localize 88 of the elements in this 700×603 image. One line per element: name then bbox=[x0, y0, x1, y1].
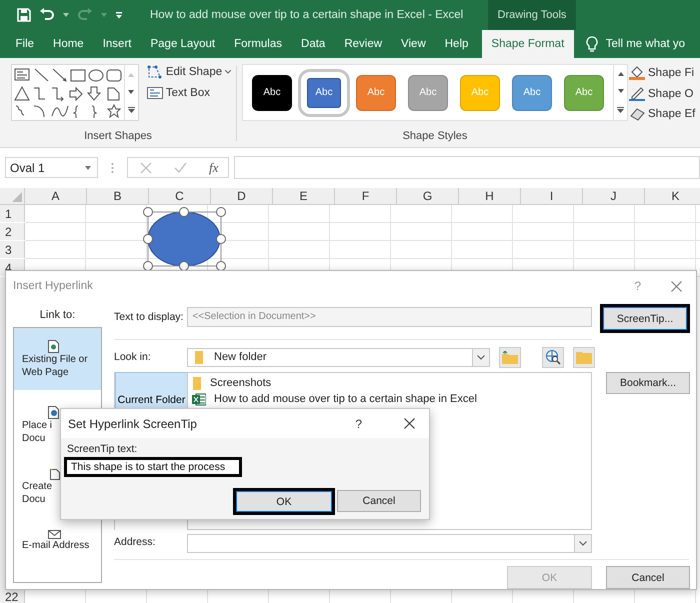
browse-web-button[interactable] bbox=[542, 346, 564, 368]
contextual-tab-label: Drawing Tools bbox=[488, 0, 576, 30]
dialog-title: Insert Hyperlink bbox=[13, 280, 94, 292]
caret-icon bbox=[225, 70, 232, 74]
globe-search-icon bbox=[545, 349, 561, 365]
help-button[interactable]: ? bbox=[355, 416, 362, 430]
bookmark-button[interactable]: Bookmark... bbox=[606, 372, 690, 394]
document-icon bbox=[48, 340, 59, 352]
column-header[interactable]: J bbox=[583, 188, 645, 205]
screentip-text-field[interactable]: This shape is to start the process bbox=[64, 457, 242, 477]
group-label: Insert Shapes bbox=[84, 130, 152, 142]
address-label: Address: bbox=[114, 536, 156, 548]
check-icon[interactable] bbox=[174, 162, 187, 173]
dropdown-caret-icon bbox=[579, 541, 587, 546]
folder-icon bbox=[192, 376, 202, 390]
shape-command-button[interactable]: Shape O bbox=[627, 85, 698, 102]
more-icon[interactable] bbox=[128, 107, 135, 114]
screentip-button[interactable]: ScreenTip... bbox=[600, 304, 690, 333]
edit-shape-button[interactable]: Edit Shape bbox=[144, 64, 234, 80]
column-header[interactable]: I bbox=[521, 188, 583, 205]
envelope-icon bbox=[48, 528, 61, 539]
row-header[interactable]: 3 bbox=[0, 241, 25, 258]
column-header[interactable]: A bbox=[25, 188, 87, 205]
text-box-button[interactable]: Text Box bbox=[144, 86, 234, 100]
ribbon-tab[interactable]: Review bbox=[334, 30, 392, 58]
row-header[interactable]: 1 bbox=[0, 205, 25, 222]
row-header[interactable]: 2 bbox=[0, 223, 25, 240]
ribbon-tab[interactable]: File bbox=[6, 30, 44, 58]
text-box-icon bbox=[146, 87, 163, 99]
tell-me-search[interactable]: Tell me what yo bbox=[606, 38, 686, 50]
column-header[interactable]: K bbox=[645, 188, 700, 205]
column-header[interactable]: E bbox=[273, 188, 335, 205]
dropdown-caret-icon bbox=[477, 354, 485, 360]
group-label: Shape Styles bbox=[402, 130, 468, 142]
dropdown-caret-icon bbox=[85, 166, 91, 170]
more-icon[interactable] bbox=[617, 107, 624, 114]
column-header[interactable]: F bbox=[335, 188, 397, 205]
look-in-label: Look in: bbox=[114, 351, 152, 363]
caret-icon[interactable] bbox=[63, 13, 69, 17]
scroll-down-icon[interactable] bbox=[618, 89, 624, 94]
ribbon-tab[interactable]: Home bbox=[44, 30, 94, 58]
shape-gallery-drawing[interactable] bbox=[12, 66, 124, 118]
ribbon-tab[interactable]: Formulas bbox=[224, 30, 292, 58]
text-to-display-label: Text to display: bbox=[114, 311, 184, 323]
ribbon-tab[interactable]: View bbox=[392, 30, 436, 58]
file-list-item[interactable]: How to add mouse over tip to a certain shape in Excel bbox=[192, 391, 587, 407]
screentip-text-label: ScreenTip text: bbox=[67, 443, 138, 456]
shape-command-button[interactable]: Shape Ef bbox=[627, 106, 698, 122]
cancel-button[interactable]: Cancel bbox=[337, 490, 421, 512]
edit-points-icon bbox=[146, 65, 163, 79]
ribbon-tab[interactable]: Help bbox=[435, 30, 478, 58]
folder-icon bbox=[194, 350, 204, 364]
link-to-label: Link to: bbox=[40, 308, 76, 323]
ribbon-tab[interactable]: Insert bbox=[93, 30, 141, 58]
insert-function-button[interactable]: fx bbox=[209, 160, 218, 176]
lightbulb-icon[interactable] bbox=[586, 36, 598, 52]
grip-icon bbox=[111, 162, 114, 174]
link-target-button[interactable]: E-mail Address bbox=[14, 522, 101, 558]
undo-icon[interactable] bbox=[39, 8, 55, 22]
save-icon[interactable] bbox=[17, 8, 31, 22]
close-icon[interactable] bbox=[404, 418, 415, 429]
file-list-item[interactable]: Screenshots bbox=[192, 375, 587, 391]
spreadsheet-file-icon bbox=[192, 392, 206, 406]
column-header[interactable]: D bbox=[211, 188, 273, 205]
ribbon-tab[interactable]: Page Layout bbox=[140, 30, 225, 58]
shape-command-button[interactable]: Shape Fi bbox=[627, 64, 698, 81]
window-title: How to add mouse over tip to a certain shape in Excel - Excel bbox=[150, 9, 464, 21]
column-header[interactable]: B bbox=[87, 188, 149, 205]
cancel-button[interactable]: Cancel bbox=[606, 566, 690, 589]
folder-up-icon bbox=[502, 350, 518, 364]
ribbon-tab[interactable]: Data bbox=[292, 30, 335, 58]
column-header[interactable]: H bbox=[459, 188, 521, 205]
column-header[interactable]: C bbox=[149, 188, 211, 205]
oval-shape[interactable] bbox=[148, 212, 220, 266]
name-box[interactable]: Oval 1 bbox=[5, 157, 98, 178]
effects-icon bbox=[629, 107, 645, 121]
folder-icon bbox=[576, 350, 592, 364]
scroll-down-icon[interactable] bbox=[128, 90, 134, 94]
customize-icon[interactable] bbox=[115, 11, 123, 19]
column-header[interactable]: G bbox=[397, 188, 459, 205]
formula-input[interactable] bbox=[234, 156, 700, 179]
selection-frame[interactable] bbox=[143, 207, 226, 271]
look-in-dropdown[interactable]: New folder bbox=[187, 348, 490, 366]
shape-style-button[interactable]: Abc bbox=[252, 74, 292, 110]
ribbon-tab[interactable]: Shape Format bbox=[482, 30, 574, 58]
link-target-button[interactable]: Existing File or Web Page bbox=[14, 328, 101, 390]
ok-button[interactable]: OK bbox=[233, 488, 335, 515]
scroll-up-icon[interactable] bbox=[618, 72, 624, 76]
